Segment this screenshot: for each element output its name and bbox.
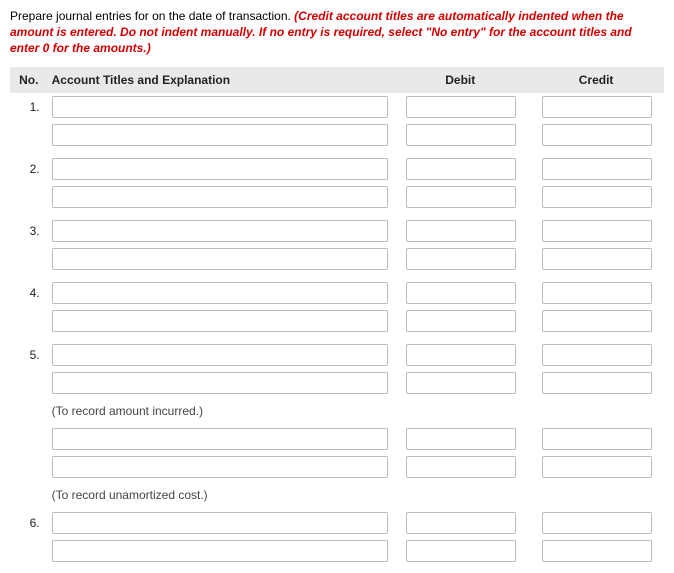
account-title-input[interactable] <box>52 540 389 562</box>
row-number <box>10 397 48 425</box>
debit-input[interactable] <box>406 456 516 478</box>
explanation-note: (To record unamortized cost.) <box>48 481 664 509</box>
credit-input[interactable] <box>542 220 652 242</box>
account-title-input[interactable] <box>52 282 389 304</box>
credit-input[interactable] <box>542 344 652 366</box>
account-title-input[interactable] <box>52 96 389 118</box>
entry-row <box>10 183 664 211</box>
entry-row <box>10 453 664 481</box>
entry-row: 6. <box>10 509 664 537</box>
debit-input[interactable] <box>406 220 516 242</box>
instructions-lead: Prepare journal entries for on the date … <box>10 9 294 23</box>
credit-input[interactable] <box>542 186 652 208</box>
row-number: 4. <box>10 279 48 307</box>
row-number: 3. <box>10 217 48 245</box>
note-row: (To record unamortized cost.) <box>10 481 664 509</box>
row-number: 5. <box>10 341 48 369</box>
account-title-input[interactable] <box>52 512 389 534</box>
row-number <box>10 307 48 335</box>
debit-input[interactable] <box>406 310 516 332</box>
credit-input[interactable] <box>542 248 652 270</box>
account-title-input[interactable] <box>52 248 389 270</box>
journal-entry-table: No. Account Titles and Explanation Debit… <box>10 67 664 565</box>
row-number: 6. <box>10 509 48 537</box>
credit-input[interactable] <box>542 428 652 450</box>
row-number <box>10 245 48 273</box>
entry-row <box>10 369 664 397</box>
table-header-row: No. Account Titles and Explanation Debit… <box>10 67 664 93</box>
debit-input[interactable] <box>406 248 516 270</box>
credit-input[interactable] <box>542 310 652 332</box>
row-number <box>10 425 48 453</box>
header-no: No. <box>10 67 48 93</box>
row-number <box>10 183 48 211</box>
row-number <box>10 537 48 565</box>
credit-input[interactable] <box>542 540 652 562</box>
account-title-input[interactable] <box>52 124 389 146</box>
entry-row <box>10 537 664 565</box>
header-credit: Credit <box>528 67 664 93</box>
debit-input[interactable] <box>406 124 516 146</box>
entry-row: 1. <box>10 93 664 121</box>
debit-input[interactable] <box>406 512 516 534</box>
row-number <box>10 453 48 481</box>
header-account: Account Titles and Explanation <box>48 67 393 93</box>
debit-input[interactable] <box>406 282 516 304</box>
account-title-input[interactable] <box>52 372 389 394</box>
debit-input[interactable] <box>406 186 516 208</box>
header-debit: Debit <box>392 67 528 93</box>
explanation-note: (To record amount incurred.) <box>48 397 664 425</box>
debit-input[interactable] <box>406 344 516 366</box>
account-title-input[interactable] <box>52 344 389 366</box>
row-number: 1. <box>10 93 48 121</box>
credit-input[interactable] <box>542 158 652 180</box>
account-title-input[interactable] <box>52 220 389 242</box>
credit-input[interactable] <box>542 96 652 118</box>
entry-row <box>10 121 664 149</box>
row-number <box>10 369 48 397</box>
credit-input[interactable] <box>542 456 652 478</box>
debit-input[interactable] <box>406 96 516 118</box>
explanation-text: (To record amount incurred.) <box>52 400 660 422</box>
account-title-input[interactable] <box>52 428 389 450</box>
debit-input[interactable] <box>406 428 516 450</box>
entry-row <box>10 307 664 335</box>
account-title-input[interactable] <box>52 186 389 208</box>
debit-input[interactable] <box>406 158 516 180</box>
entry-row <box>10 245 664 273</box>
credit-input[interactable] <box>542 372 652 394</box>
entry-row <box>10 425 664 453</box>
row-number: 2. <box>10 155 48 183</box>
entry-row: 5. <box>10 341 664 369</box>
row-number <box>10 481 48 509</box>
account-title-input[interactable] <box>52 456 389 478</box>
credit-input[interactable] <box>542 512 652 534</box>
debit-input[interactable] <box>406 372 516 394</box>
credit-input[interactable] <box>542 282 652 304</box>
instructions-text: Prepare journal entries for on the date … <box>10 8 664 57</box>
note-row: (To record amount incurred.) <box>10 397 664 425</box>
debit-input[interactable] <box>406 540 516 562</box>
account-title-input[interactable] <box>52 158 389 180</box>
entry-row: 4. <box>10 279 664 307</box>
entry-row: 3. <box>10 217 664 245</box>
explanation-text: (To record unamortized cost.) <box>52 484 660 506</box>
row-number <box>10 121 48 149</box>
entry-row: 2. <box>10 155 664 183</box>
credit-input[interactable] <box>542 124 652 146</box>
account-title-input[interactable] <box>52 310 389 332</box>
